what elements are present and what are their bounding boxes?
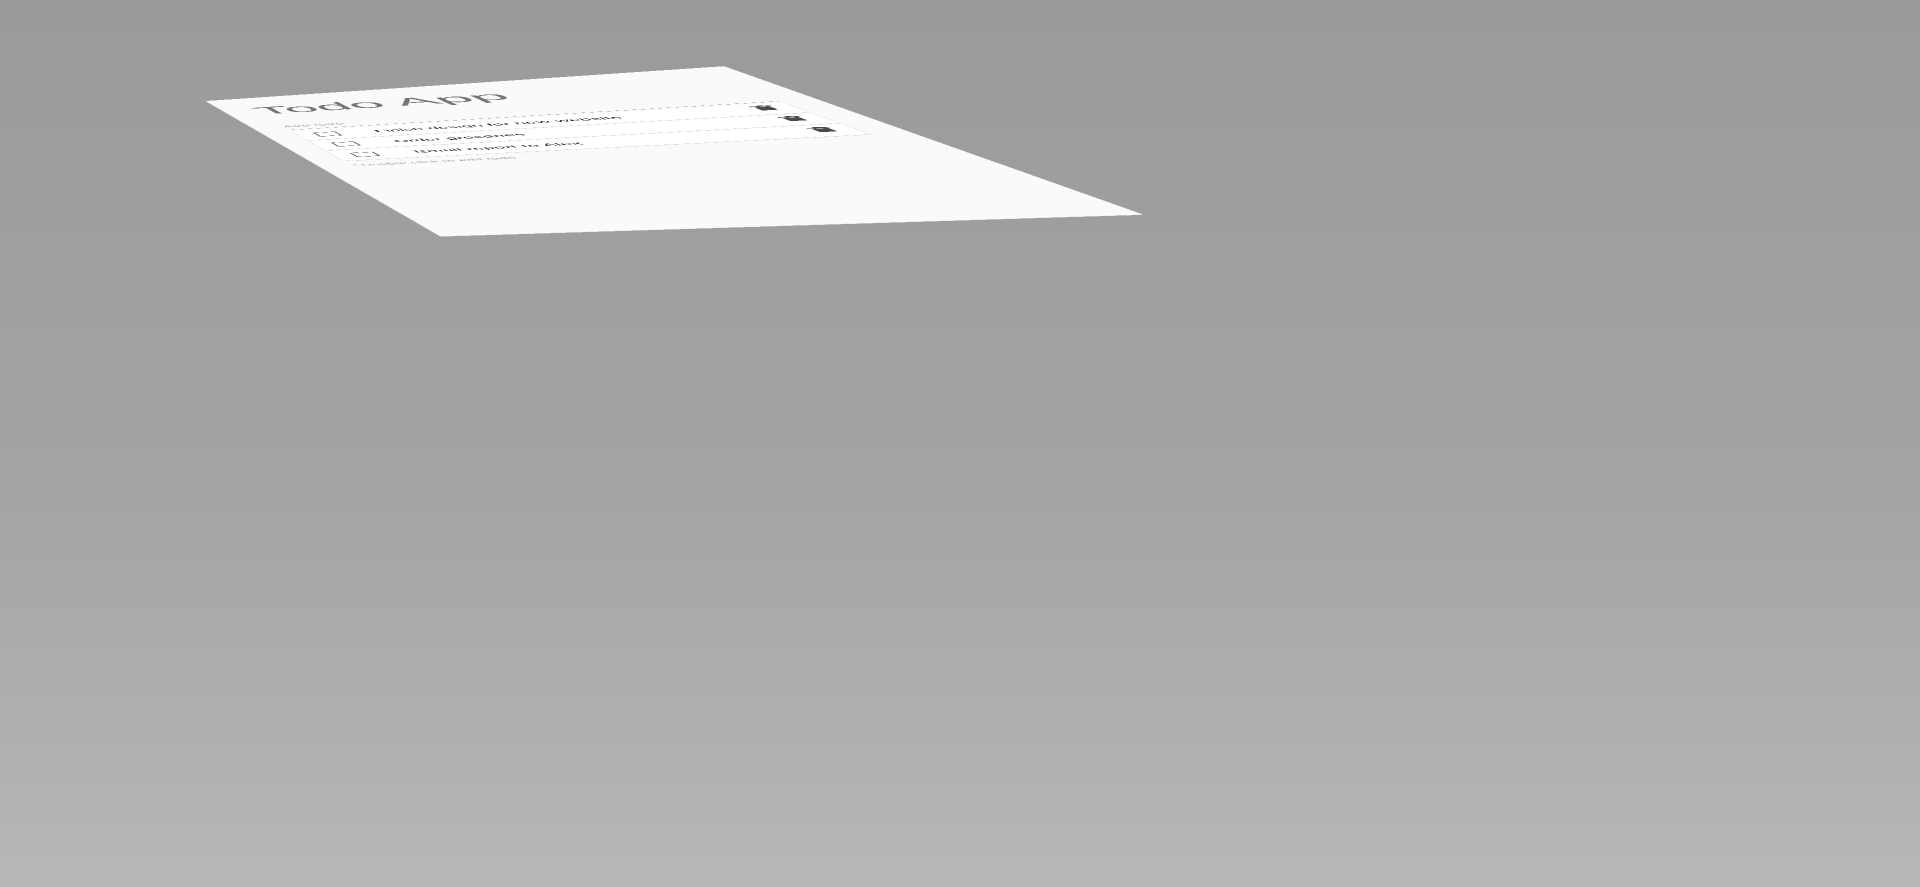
todo-checkbox[interactable]: [330, 141, 362, 147]
trash-icon[interactable]: [806, 126, 840, 133]
scene: Todo App Finish design for new website O…: [0, 0, 1920, 887]
todo-checkbox[interactable]: [349, 151, 381, 157]
app-panel: Todo App Finish design for new website O…: [206, 66, 1144, 237]
trash-icon[interactable]: [749, 105, 782, 111]
trash-icon[interactable]: [777, 115, 810, 122]
todo-checkbox[interactable]: [312, 131, 343, 137]
